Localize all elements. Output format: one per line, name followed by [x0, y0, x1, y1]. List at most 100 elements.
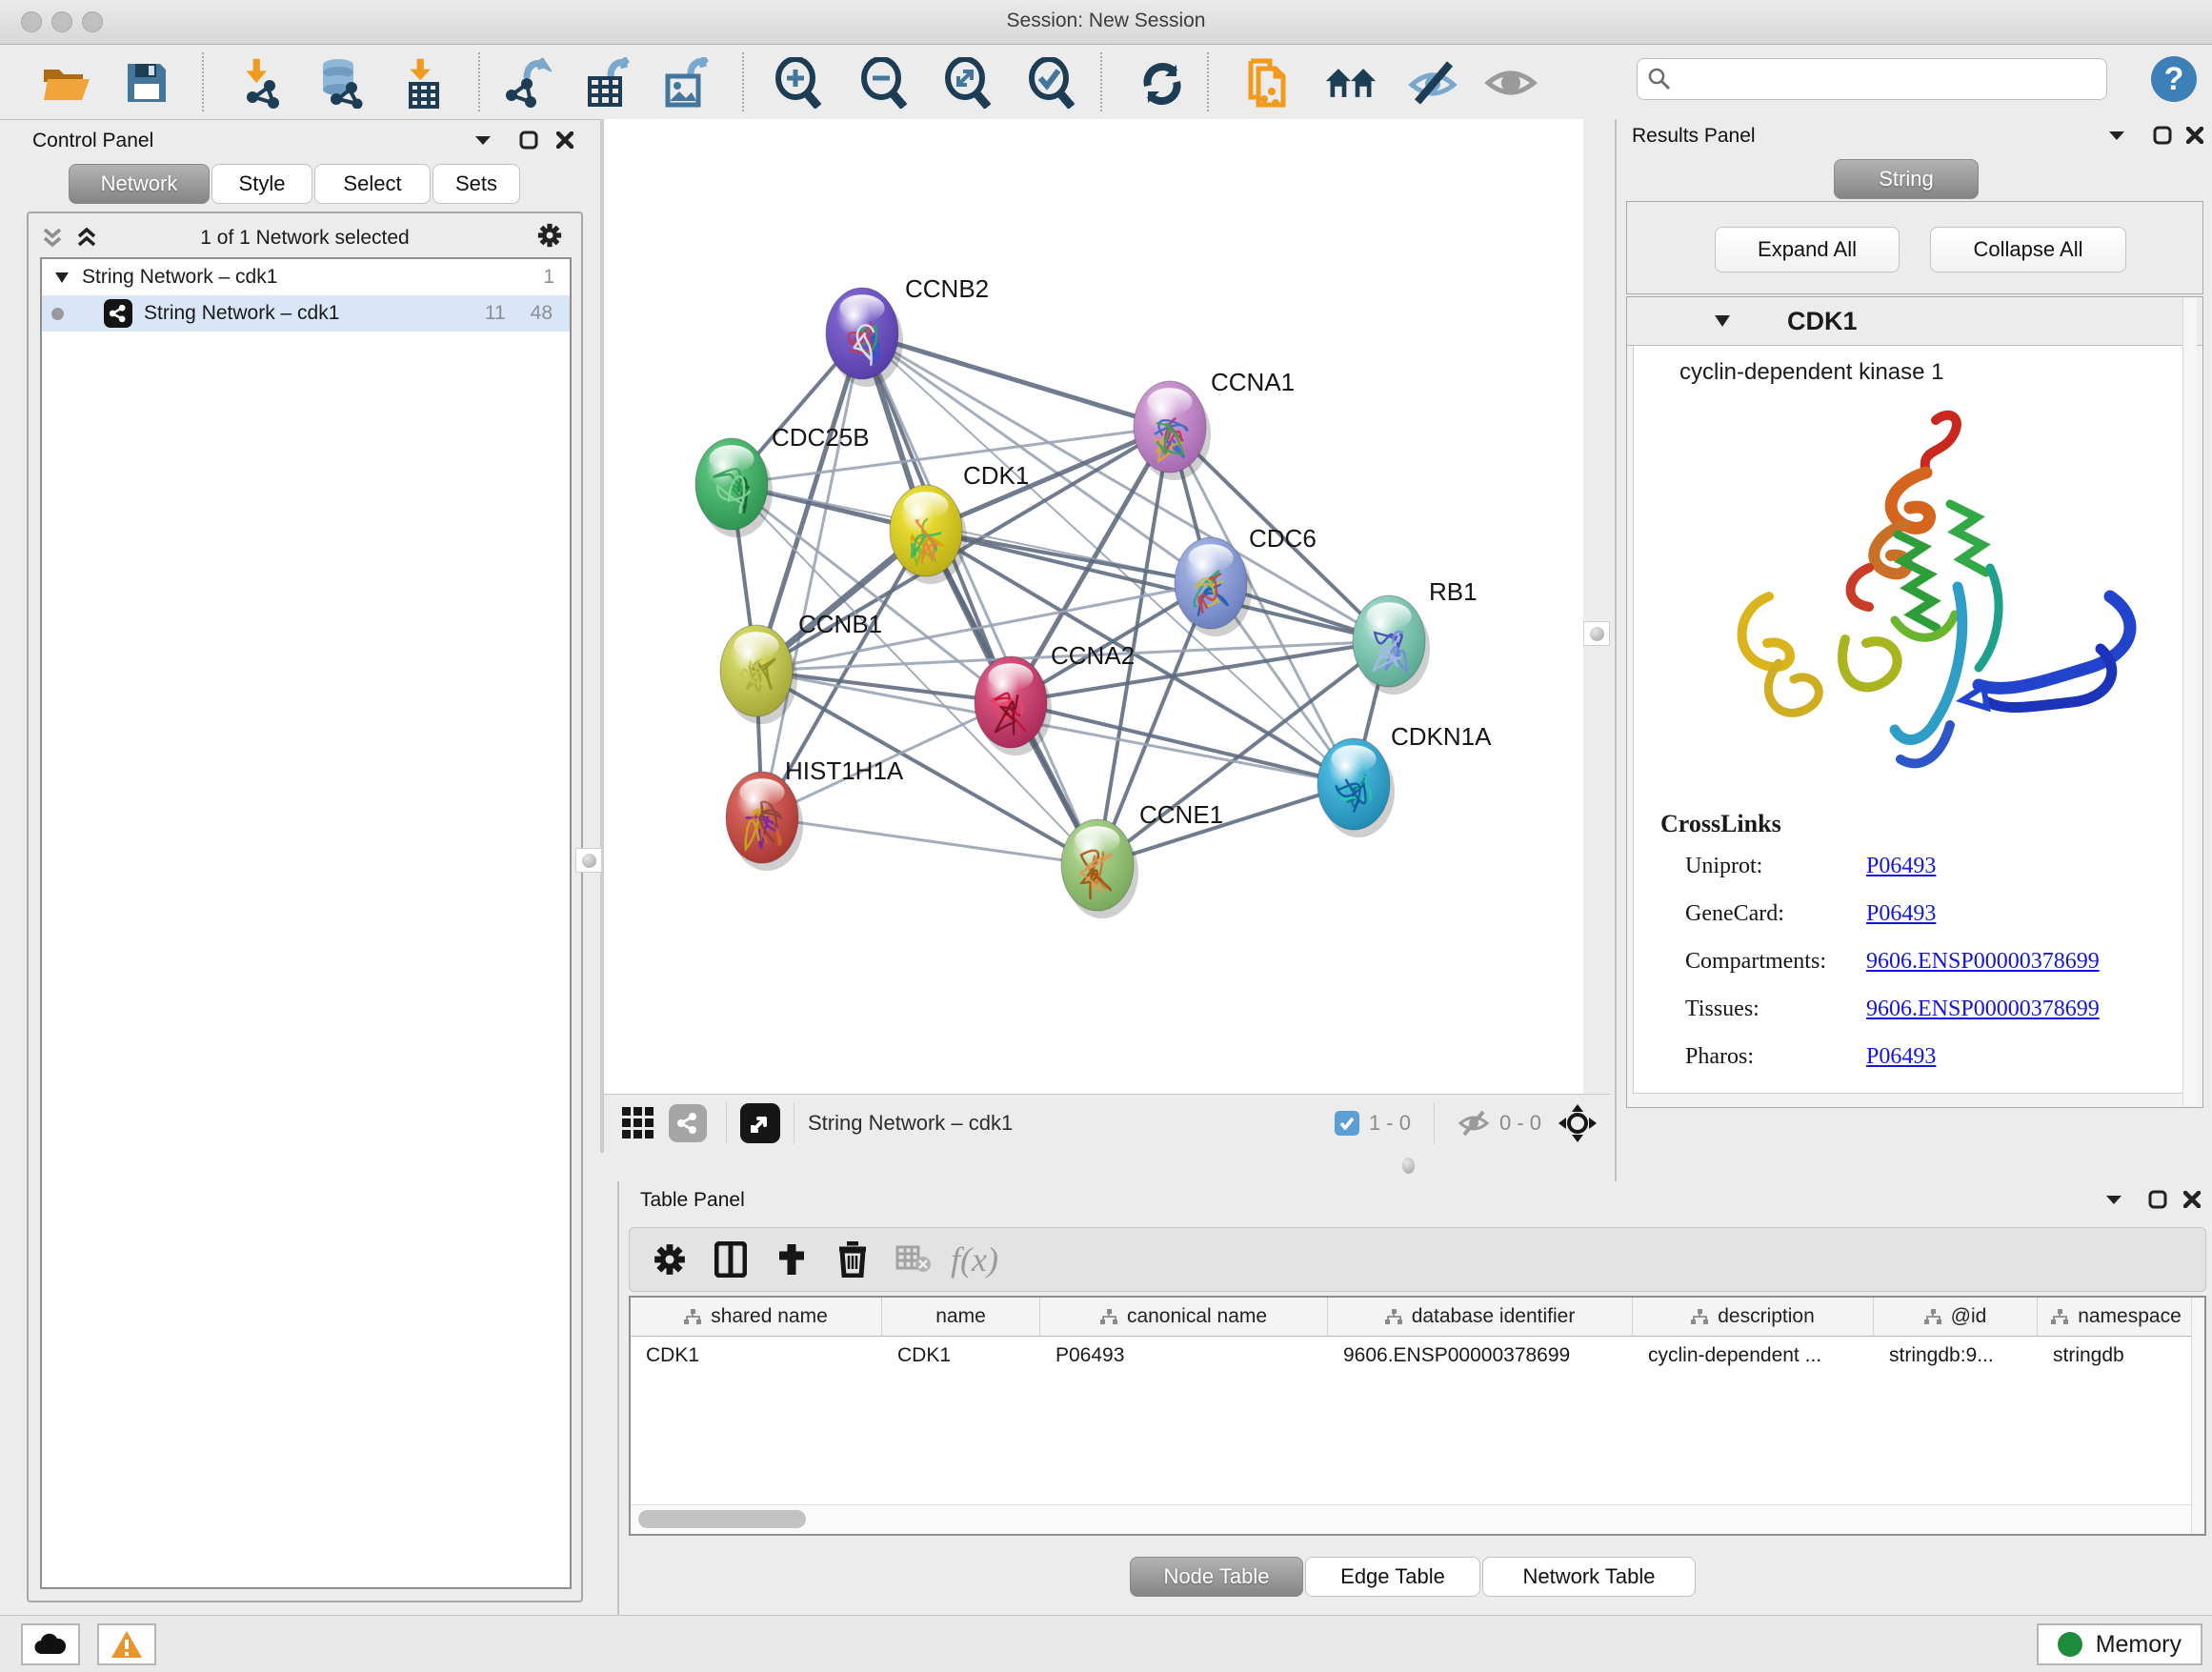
column-header-description[interactable]: description — [1633, 1298, 1874, 1336]
panel-float-icon[interactable] — [2150, 123, 2175, 148]
crosslink-link[interactable]: 9606.ENSP00000378699 — [1866, 997, 2100, 1022]
table-hscrollbar[interactable] — [631, 1504, 2204, 1534]
panel-close-icon[interactable] — [2182, 123, 2207, 148]
tab-edge-table[interactable]: Edge Table — [1305, 1557, 1480, 1597]
node-CCNE1[interactable]: CCNE1 — [1061, 800, 1223, 918]
edge-count: 48 — [531, 302, 553, 325]
birds-eye-view-icon[interactable] — [740, 1103, 780, 1143]
clone-network-icon[interactable] — [1242, 56, 1296, 110]
node-count: 11 — [485, 302, 506, 325]
selected-checkbox-icon[interactable] — [1335, 1111, 1359, 1136]
search-input[interactable] — [1672, 68, 2076, 91]
node-label: RB1 — [1429, 577, 1478, 606]
edge-CCNB2-CCNE1[interactable] — [862, 333, 1097, 865]
hidden-count: 0 - 0 — [1499, 1111, 1541, 1136]
tab-style[interactable]: Style — [211, 164, 312, 204]
export-image-icon[interactable] — [659, 56, 713, 110]
column-header-canonical-name[interactable]: canonical name — [1040, 1298, 1328, 1336]
crosslink-link[interactable]: P06493 — [1866, 854, 1936, 879]
search-field[interactable] — [1637, 58, 2107, 100]
show-columns-icon[interactable] — [700, 1235, 761, 1284]
edge-HIST1H1A-CCNE1[interactable] — [762, 817, 1097, 865]
left-splitter-grip[interactable] — [575, 848, 602, 873]
open-session-icon[interactable] — [40, 56, 93, 110]
add-column-icon[interactable] — [761, 1235, 822, 1284]
home-style-icon[interactable] — [1324, 56, 1377, 110]
table-cell: cyclin-dependent ... — [1633, 1337, 1874, 1375]
tab-node-table[interactable]: Node Table — [1130, 1557, 1303, 1597]
zoom-in-icon[interactable] — [772, 56, 825, 110]
network-options-gear-icon[interactable] — [537, 223, 562, 248]
tab-network[interactable]: Network — [69, 164, 210, 204]
column-header-database-identifier[interactable]: database identifier — [1328, 1298, 1633, 1336]
zoom-selected-icon[interactable] — [1025, 56, 1078, 110]
network-canvas[interactable]: CCNB2CCNA1CDC25BCDK1CDC6RB1CCNB1CCNA2CDK… — [604, 119, 1583, 1094]
crosslink-link[interactable]: P06493 — [1866, 1044, 1936, 1070]
results-scrollbar[interactable] — [2182, 298, 2197, 1106]
results-tab-string[interactable]: String — [1834, 159, 1979, 199]
panel-float-icon[interactable] — [516, 128, 541, 152]
node-CCNA1[interactable]: CCNA1 — [1134, 368, 1295, 480]
import-network-file-icon[interactable] — [234, 56, 288, 110]
expand-all-button[interactable]: Expand All — [1715, 227, 1900, 272]
hide-selected-eye-icon[interactable] — [1406, 56, 1459, 110]
crosslink-link[interactable]: P06493 — [1866, 901, 1936, 927]
edge-CCNB2-RB1[interactable] — [862, 333, 1389, 641]
crosslink-row: GeneCard:P06493 — [1685, 901, 2196, 927]
node-CDKN1A[interactable]: CDKN1A — [1317, 722, 1492, 837]
show-all-eye-icon[interactable] — [1484, 56, 1538, 110]
results-buttons-box: Expand All Collapse All — [1626, 201, 2203, 294]
hscroll-thumb[interactable] — [638, 1510, 806, 1528]
toolbar-separator — [742, 52, 744, 111]
export-network-icon[interactable] — [499, 56, 553, 110]
import-network-database-icon[interactable] — [316, 56, 370, 110]
panel-close-icon[interactable] — [553, 128, 577, 152]
memory-button[interactable]: Memory — [2037, 1623, 2202, 1665]
delete-column-trash-icon[interactable] — [822, 1235, 883, 1284]
horizontal-splitter[interactable] — [604, 1151, 1610, 1181]
column-header-@id[interactable]: @id — [1874, 1298, 2038, 1336]
panel-menu-icon[interactable] — [471, 128, 495, 152]
edge-CCNA2-CDKN1A[interactable] — [1011, 702, 1354, 784]
cloud-button[interactable] — [21, 1623, 80, 1665]
tab-select[interactable]: Select — [314, 164, 431, 204]
right-splitter-grip[interactable] — [1583, 621, 1610, 646]
panel-float-icon[interactable] — [2145, 1187, 2170, 1212]
network-share-view-icon[interactable] — [663, 1098, 713, 1148]
horizontal-splitter-grip[interactable] — [1402, 1158, 1415, 1174]
table-options-gear-icon[interactable] — [639, 1235, 700, 1284]
table-row[interactable]: CDK1CDK1P064939606.ENSP00000378699cyclin… — [631, 1337, 2204, 1375]
help-button[interactable]: ? — [2151, 56, 2197, 102]
crosslink-label: Pharos: — [1685, 1044, 1866, 1070]
node-CDC25B[interactable]: CDC25B — [695, 423, 870, 537]
save-session-icon[interactable] — [120, 56, 173, 110]
column-header-name[interactable]: name — [882, 1298, 1040, 1336]
node-label: CDKN1A — [1391, 722, 1492, 751]
node-CCNB2[interactable]: CCNB2 — [826, 274, 989, 387]
entry-header-cdk1[interactable]: CDK1 — [1627, 297, 2202, 346]
import-table-icon[interactable] — [396, 56, 450, 110]
panel-menu-icon[interactable] — [2101, 1187, 2126, 1212]
tab-network-table[interactable]: Network Table — [1482, 1557, 1696, 1597]
edge-CDKN1A-CCNE1[interactable] — [1097, 784, 1354, 865]
edge-CCNB2-CCNA1[interactable] — [862, 333, 1170, 427]
tab-sets[interactable]: Sets — [432, 164, 520, 204]
export-table-icon[interactable] — [581, 56, 634, 110]
network-collection-row[interactable]: String Network – cdk1 1 — [42, 259, 570, 295]
collapse-all-button[interactable]: Collapse All — [1930, 227, 2126, 272]
zoom-fit-icon[interactable] — [941, 56, 995, 110]
fit-crosshair-icon[interactable] — [1558, 1104, 1597, 1142]
grid-view-icon[interactable] — [613, 1098, 663, 1148]
node-RB1[interactable]: RB1 — [1353, 577, 1478, 695]
column-header-namespace[interactable]: namespace — [2038, 1298, 2196, 1336]
panel-menu-icon[interactable] — [2104, 123, 2129, 148]
panel-close-icon[interactable] — [2180, 1187, 2204, 1212]
zoom-out-icon[interactable] — [857, 56, 911, 110]
crosslink-link[interactable]: 9606.ENSP00000378699 — [1866, 949, 2100, 975]
node-HIST1H1A[interactable]: HIST1H1A — [726, 756, 904, 871]
table-vscrollbar[interactable] — [2191, 1298, 2204, 1534]
network-row-selected[interactable]: String Network – cdk1 11 48 — [42, 295, 570, 332]
warning-button[interactable] — [97, 1623, 156, 1665]
column-header-shared-name[interactable]: shared name — [631, 1298, 882, 1336]
refresh-icon[interactable] — [1136, 56, 1189, 110]
